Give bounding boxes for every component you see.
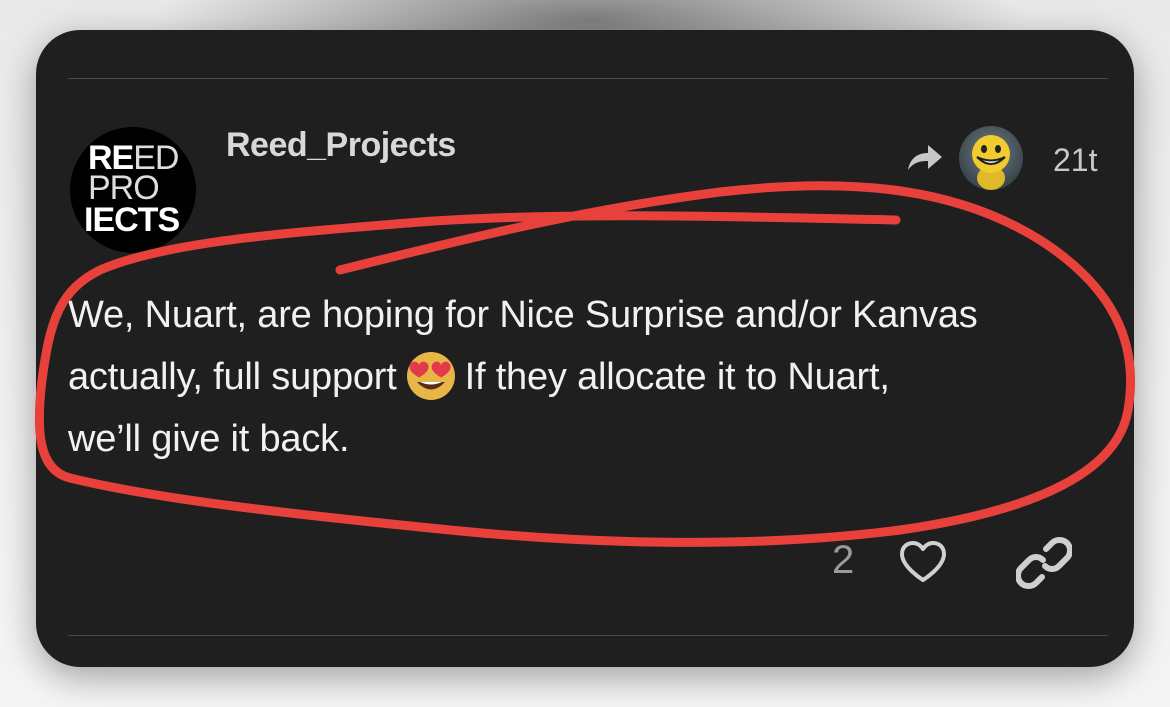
post-text-line-2-end: If they allocate it to Nuart, — [464, 356, 890, 398]
avatar-logo-text-line2: PRO — [88, 169, 160, 207]
post-body: We, Nuart, are hoping for Nice Surprise … — [68, 284, 1118, 470]
post-text-line-2: actually, full support If they allocate … — [68, 346, 1118, 408]
reply-arrow-icon[interactable] — [904, 140, 944, 176]
author-avatar[interactable]: REED PRO IECTS — [70, 127, 196, 253]
post-text-line-3: we’ll give it back. — [68, 418, 350, 460]
smiley-figure-icon — [972, 135, 1010, 190]
reply-to-avatar[interactable] — [959, 126, 1023, 190]
bottom-divider — [68, 635, 1108, 636]
heart-icon[interactable] — [898, 540, 948, 584]
post-text-line-1: We, Nuart, are hoping for Nice Surprise … — [68, 294, 978, 336]
author-username[interactable]: Reed_Projects — [226, 126, 456, 165]
post-card: REED PRO IECTS Reed_Projects 21t We, Nua… — [36, 30, 1134, 667]
like-count: 2 — [832, 538, 855, 582]
heart-eyes-emoji-icon — [406, 352, 455, 400]
top-divider — [68, 78, 1108, 79]
post-text-line-2-start: actually, full support — [68, 356, 397, 398]
avatar-logo-text-line3: IECTS — [84, 201, 180, 239]
link-icon[interactable] — [1016, 535, 1072, 591]
post-timestamp: 21t — [1053, 142, 1098, 178]
